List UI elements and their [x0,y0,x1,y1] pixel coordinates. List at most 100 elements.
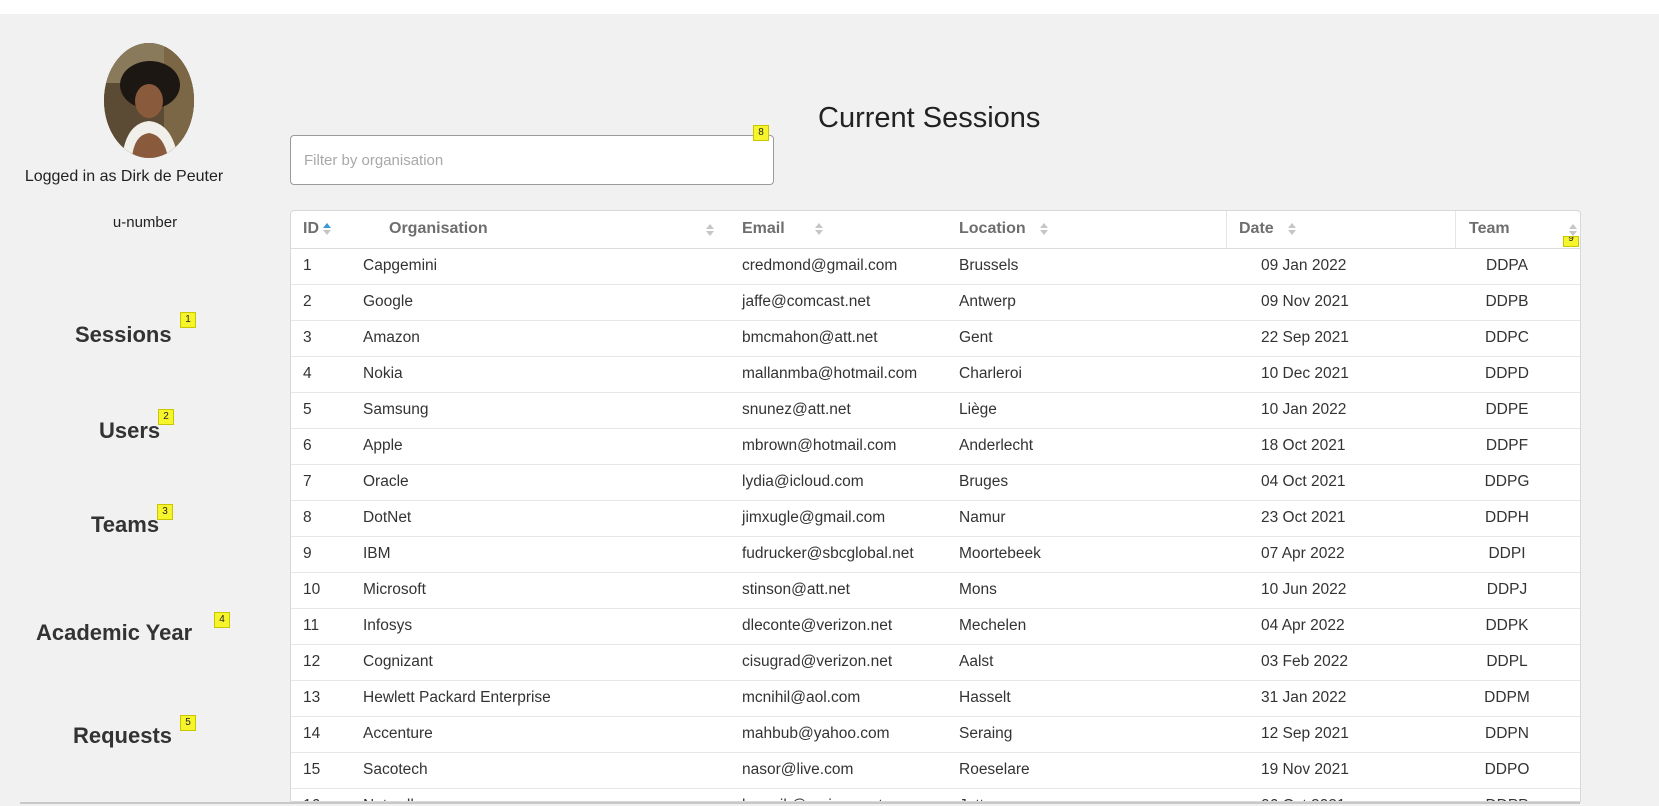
cell-date: 09 Nov 2021 [1227,284,1456,321]
sessions-table: ID Organisation Email Location Date Team… [290,210,1581,802]
table-header-row: ID Organisation Email Location Date Team [291,211,1580,249]
cell-team: DDPE [1456,392,1580,429]
cell-team: DDPP [1456,788,1580,801]
cell-location: Moortebeek [959,536,1227,573]
cell-location: Anderlecht [959,428,1227,465]
column-header-organisation[interactable]: Organisation [363,211,734,249]
cell-organisation: Samsung [363,392,734,429]
column-header-date[interactable]: Date [1227,211,1456,249]
table-row[interactable]: 7 Oracle lydia@icloud.com Bruges 04 Oct 2021… [291,464,1580,501]
sort-ascending-icon[interactable] [323,223,332,236]
cell-location: Hasselt [959,680,1227,717]
cell-organisation: Capgemini [363,248,734,285]
cell-email: fudrucker@sbcglobal.net [734,536,959,573]
cell-date: 10 Dec 2021 [1227,356,1456,393]
nav-requests-badge: 5 [180,715,196,731]
table-row[interactable]: 4 Nokia mallanmba@hotmail.com Charleroi 10 D… [291,356,1580,393]
cell-id: 3 [291,320,363,357]
cell-location: Roeselare [959,752,1227,789]
cell-organisation: Cognizant [363,644,734,681]
cell-email: cisugrad@verizon.net [734,644,959,681]
cell-date: 12 Sep 2021 [1227,716,1456,753]
table-row[interactable]: 13 Hewlett Packard Enterprise mcnihil@aol.… [291,680,1580,717]
column-header-id[interactable]: ID [291,211,363,249]
cell-date: 10 Jan 2022 [1227,392,1456,429]
cell-team: DDPI [1456,536,1580,573]
cell-team: DDPO [1456,752,1580,789]
nav-requests[interactable]: Requests [73,723,172,749]
cell-location: Bruges [959,464,1227,501]
cell-id: 7 [291,464,363,501]
cell-team: DDPN [1456,716,1580,753]
cell-id: 8 [291,500,363,537]
unumber-label: u-number [112,214,178,231]
top-bar [0,0,1659,14]
bottom-divider [20,802,1580,804]
cell-location: Jette [959,788,1227,801]
nav-users[interactable]: Users [99,418,160,444]
table-row[interactable]: 3 Amazon bmcmahon@att.net Gent 22 Sep 2021 DD… [291,320,1580,357]
table-row[interactable]: 16Netwalkkarasik@verizon.netJette06 Oct … [291,788,1580,801]
nav-academic-year[interactable]: Academic Year [36,620,192,646]
sort-icon[interactable] [706,224,715,236]
cell-date: 23 Oct 2021 [1227,500,1456,537]
cell-location: Liège [959,392,1227,429]
column-header-organisation-label: Organisation [389,220,488,238]
cell-email: dleconte@verizon.net [734,608,959,645]
sort-icon[interactable] [1569,224,1578,236]
cell-id: 16 [291,788,363,801]
cell-date: 31 Jan 2022 [1227,680,1456,717]
cell-location: Brussels [959,248,1227,285]
cell-id: 9 [291,536,363,573]
cell-organisation: Accenture [363,716,734,753]
cell-team: DDPA [1456,248,1580,285]
sort-icon[interactable] [1288,223,1297,236]
column-header-email[interactable]: Email [734,211,959,249]
filter-input[interactable] [290,135,774,185]
cell-id: 4 [291,356,363,393]
cell-date: 03 Feb 2022 [1227,644,1456,681]
column-header-location-label: Location [959,220,1026,238]
nav-teams[interactable]: Teams [91,512,159,538]
table-row[interactable]: 15 Sacotech nasor@live.com Roeselare 19 Nov … [291,752,1580,789]
cell-team: DDPG [1456,464,1580,501]
cell-location: Antwerp [959,284,1227,321]
cell-team: DDPH [1456,500,1580,537]
table-row[interactable]: 6 Apple mbrown@hotmail.com Anderlecht 18 Oct… [291,428,1580,465]
table-row[interactable]: 11 Infosys dleconte@verizon.net Mechelen 04 … [291,608,1580,645]
column-header-location[interactable]: Location [959,211,1227,249]
nav-sessions-badge: 1 [180,312,196,328]
cell-id: 14 [291,716,363,753]
cell-email: jaffe@comcast.net [734,284,959,321]
nav-users-badge: 2 [158,409,174,425]
cell-organisation: Hewlett Packard Enterprise [363,680,734,717]
cell-id: 2 [291,284,363,321]
table-row[interactable]: 1 Capgemini credmond@gmail.com Brussels 09 J… [291,248,1580,285]
cell-team: DDPM [1456,680,1580,717]
cell-date: 04 Oct 2021 [1227,464,1456,501]
table-row[interactable]: 8 DotNet jimxugle@gmail.com Namur 23 Oct 202… [291,500,1580,537]
sort-icon[interactable] [815,223,824,236]
cell-location: Mons [959,572,1227,609]
cell-date: 18 Oct 2021 [1227,428,1456,465]
sort-icon[interactable] [1040,223,1049,236]
nav-teams-badge: 3 [157,504,173,520]
page-title: Current Sessions [818,102,1041,134]
table-row[interactable]: 5 Samsung snunez@att.net Liège 10 Jan 2022 DD… [291,392,1580,429]
cell-team: DDPJ [1456,572,1580,609]
table-row[interactable]: 10 Microsoft stinson@att.net Mons 10 Jun 202… [291,572,1580,609]
table-row[interactable]: 9 IBM fudrucker@sbcglobal.net Moortebeek 07 … [291,536,1580,573]
cell-team: DDPB [1456,284,1580,321]
filter-badge: 8 [753,125,769,141]
cell-date: 19 Nov 2021 [1227,752,1456,789]
cell-organisation: Sacotech [363,752,734,789]
column-header-id-label: ID [303,220,319,238]
table-row[interactable]: 12 Cognizant cisugrad@verizon.net Aalst 03 F… [291,644,1580,681]
table-row[interactable]: 2 Google jaffe@comcast.net Antwerp 09 Nov 20… [291,284,1580,321]
cell-date: 09 Jan 2022 [1227,248,1456,285]
nav-sessions[interactable]: Sessions [75,322,172,348]
table-row[interactable]: 14 Accenture mahbub@yahoo.com Seraing 12 Sep… [291,716,1580,753]
cell-email: mahbub@yahoo.com [734,716,959,753]
logged-in-label: Logged in as Dirk de Peuter [24,168,224,185]
column-header-date-label: Date [1239,220,1274,238]
